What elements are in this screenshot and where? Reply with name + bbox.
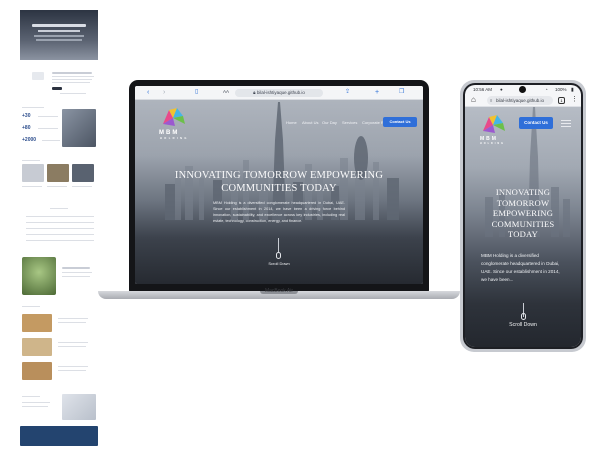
laptop-screen: ‹ › ▯ AA 🔒︎ bilal-ishtiyaque.github.io ⇪… (135, 86, 423, 284)
phone-contact-us-button[interactable]: Contact Us (519, 117, 553, 129)
hero-headline-line2: COMMUNITIES TODAY (221, 183, 337, 194)
stat-number: +2000 (22, 137, 37, 143)
preview-sustainability (20, 255, 98, 299)
phone-address-text: bilal-ishtiyaque.github.io (496, 98, 545, 103)
preview-projects (20, 158, 98, 198)
lock-icon: 🔒︎ (253, 90, 256, 95)
status-app-icon: ● (500, 87, 503, 92)
phone-bezel: 10:56 AM ● ◔ 100% ▮ ⌂ ≡ bilal-ishtiyaque… (463, 83, 583, 349)
forward-icon[interactable]: › (163, 89, 165, 96)
laptop-mockup: ‹ › ▯ AA 🔒︎ bilal-ishtiyaque.github.io ⇪… (98, 80, 460, 306)
book-icon[interactable]: ▯ (195, 89, 198, 96)
logo-mark[interactable] (159, 106, 189, 133)
scroll-line (278, 238, 279, 252)
wifi-icon: ◔ (545, 87, 548, 92)
hamburger-menu-icon[interactable] (561, 120, 571, 127)
nav-link-services[interactable]: Services (342, 120, 357, 125)
front-camera (519, 86, 526, 93)
battery-text: 100% (555, 87, 567, 92)
phone-scroll-down-label[interactable]: Scroll Down (493, 322, 553, 328)
preview-stats: +30 +80 +2000 (20, 103, 98, 153)
preview-contact (20, 392, 98, 424)
tabs-count-icon[interactable]: 1 (558, 97, 565, 104)
status-time: 10:56 AM (473, 87, 493, 92)
phone-logo-subtext: HOLDING (480, 142, 506, 145)
phone-headline-line: TOMORROW (496, 197, 550, 208)
battery-icon: ▮ (571, 87, 574, 93)
stat-number: +80 (22, 125, 31, 131)
nav-link-home[interactable]: Home (286, 120, 297, 125)
preview-table (20, 206, 98, 248)
phone-headline-line: EMPOWERING (492, 208, 554, 218)
contact-us-button[interactable]: Contact Us (383, 117, 417, 127)
hero-section: MBM HOLDING Home About Us Our Day Servic… (135, 100, 423, 284)
mockup-stage: +30 +80 +2000 ‹ › ▯ AA 🔒︎ bilal-ishtiyaq… (0, 0, 600, 450)
more-menu-icon[interactable]: ⋮ (571, 95, 578, 103)
back-icon[interactable]: ‹ (147, 89, 149, 96)
logo-text: MBM (159, 130, 180, 136)
laptop-lid: ‹ › ▯ AA 🔒︎ bilal-ishtiyaque.github.io ⇪… (129, 80, 429, 292)
hero-headline-line1: INNOVATING TOMORROW EMPOWERING (174, 170, 384, 181)
tabs-icon[interactable]: ❐ (399, 89, 404, 96)
site-info-icon[interactable]: ≡ (490, 96, 492, 105)
phone-mockup: 10:56 AM ● ◔ 100% ▮ ⌂ ≡ bilal-ishtiyaque… (460, 80, 586, 352)
phone-address-bar[interactable]: ≡ bilal-ishtiyaque.github.io (487, 96, 553, 105)
reader-aa[interactable]: AA (223, 89, 229, 94)
nav-link-about[interactable]: About Us (302, 120, 318, 125)
nav-link-our-day[interactable]: Our Day (322, 120, 337, 125)
phone-hero-paragraph: MBM Holding is a diversified conglomerat… (481, 253, 560, 282)
logo-icon (163, 108, 185, 126)
share-icon[interactable]: ⇪ (345, 89, 350, 96)
phone-logo-icon (483, 115, 505, 133)
preview-about (20, 66, 98, 98)
home-icon[interactable]: ⌂ (471, 95, 476, 104)
phone-headline-line: COMMUNITIES (491, 218, 555, 229)
phone-hero-headline: INNOVATING TOMORROW EMPOWERING COMMUNITI… (465, 187, 581, 240)
address-bar[interactable]: 🔒︎ bilal-ishtiyaque.github.io (235, 89, 323, 97)
phone-browser-bar: ⌂ ≡ bilal-ishtiyaque.github.io 1 ⋮ (465, 94, 581, 107)
phone-headline-line: INNOVATING (495, 187, 551, 197)
mouse-icon[interactable] (276, 252, 281, 259)
scroll-down-label[interactable]: Scroll Down (254, 261, 304, 266)
phone-mouse-icon[interactable] (521, 313, 526, 320)
phone-headline-line: TODAY (507, 229, 539, 239)
full-page-preview: +30 +80 +2000 (20, 8, 98, 446)
preview-news (20, 304, 98, 384)
phone-screen: 10:56 AM ● ◔ 100% ▮ ⌂ ≡ bilal-ishtiyaque… (465, 85, 581, 347)
logo-subtext: HOLDING (160, 137, 189, 140)
hero-paragraph: MBM Holding is a diversified conglomerat… (213, 201, 345, 223)
stat-number: +30 (22, 113, 31, 119)
browser-toolbar: ‹ › ▯ AA 🔒︎ bilal-ishtiyaque.github.io ⇪… (135, 86, 423, 100)
preview-hero (20, 10, 98, 60)
preview-footer (20, 426, 98, 446)
phone-hero-section: MBM HOLDING Contact Us INNOVATING TOMORR… (465, 107, 581, 347)
laptop-brand-label: MacBook Air (264, 288, 294, 294)
address-text: bilal-ishtiyaque.github.io (256, 90, 305, 95)
new-tab-icon[interactable]: + (375, 89, 379, 96)
